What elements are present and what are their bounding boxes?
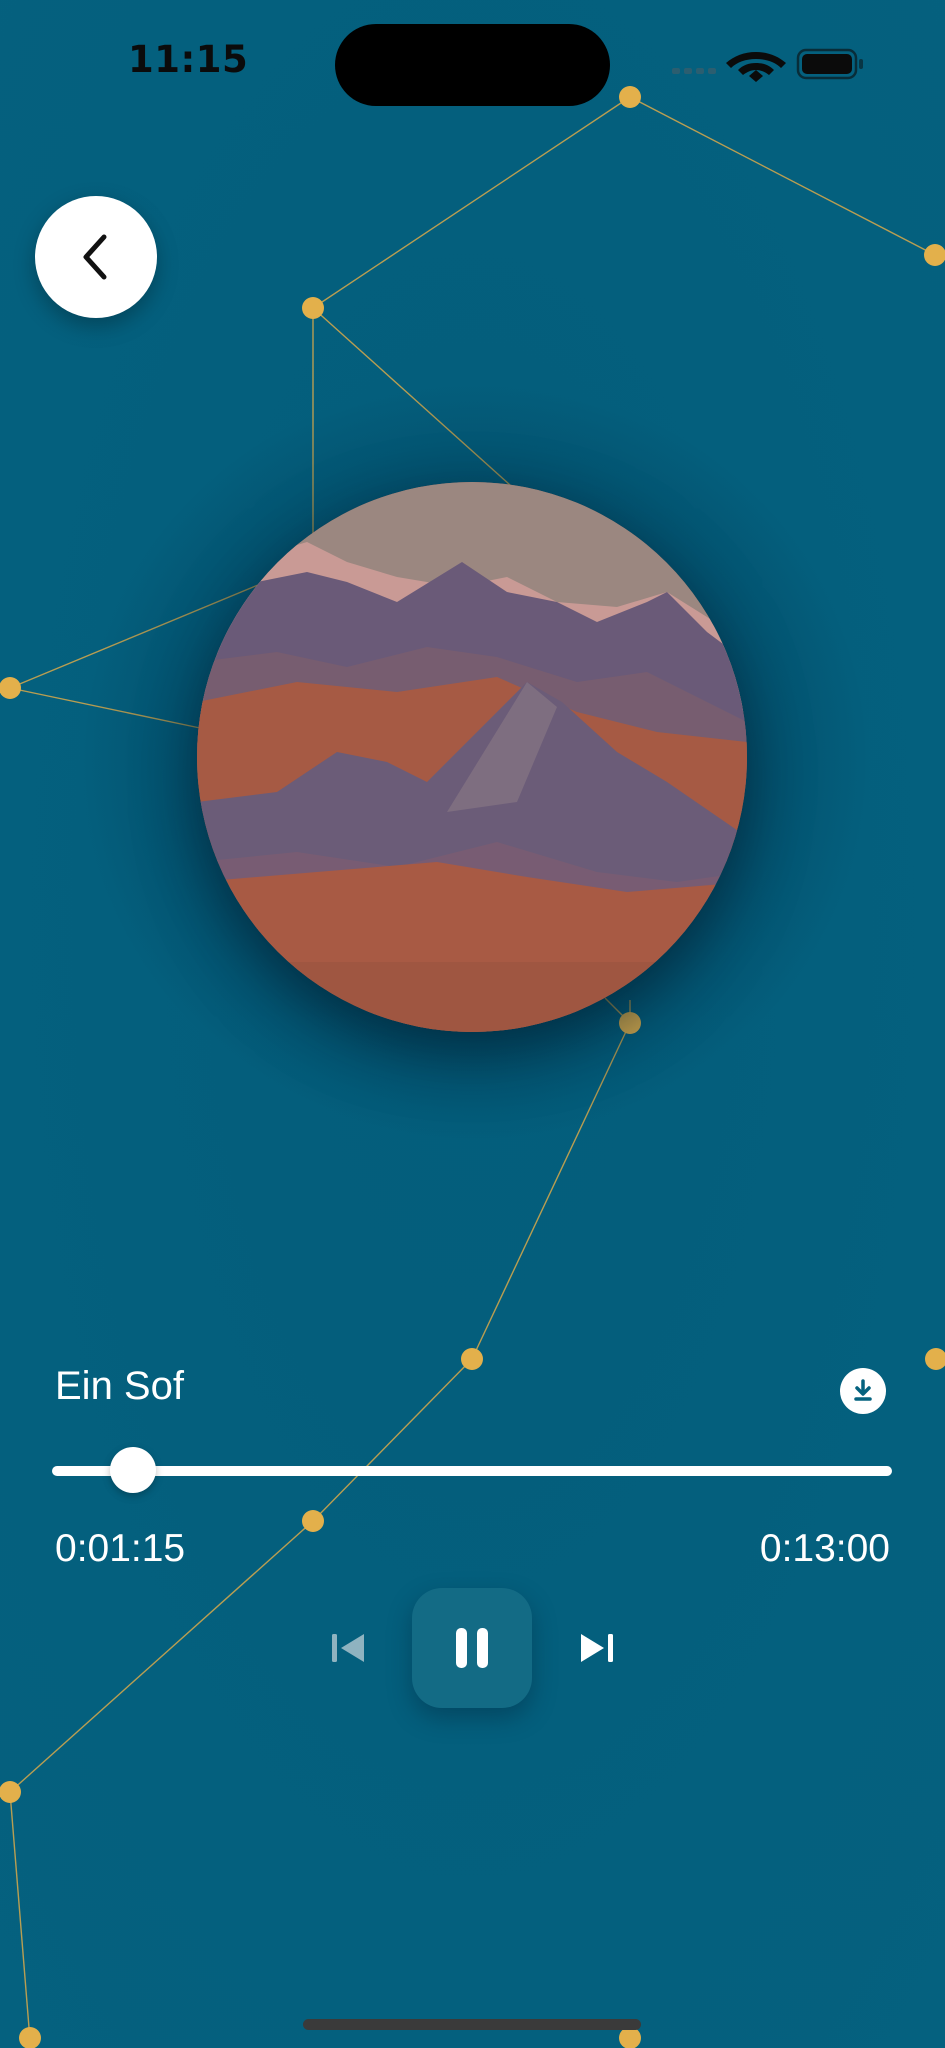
back-button[interactable] bbox=[35, 196, 157, 318]
total-time: 0:13:00 bbox=[759, 1527, 890, 1570]
previous-button[interactable] bbox=[322, 1612, 374, 1684]
playback-controls bbox=[0, 1588, 945, 1708]
chevron-left-icon bbox=[83, 234, 107, 280]
pause-icon bbox=[456, 1628, 488, 1668]
progress-thumb[interactable] bbox=[109, 1447, 156, 1493]
download-button[interactable] bbox=[840, 1368, 886, 1414]
cellular-signal-icon bbox=[672, 68, 716, 74]
status-bar: 11:15 bbox=[0, 0, 945, 120]
mountain-artwork bbox=[197, 482, 747, 1032]
home-indicator bbox=[303, 2019, 641, 2030]
dynamic-island bbox=[335, 24, 610, 106]
album-artwork bbox=[197, 482, 747, 1032]
status-time: 11:15 bbox=[128, 38, 249, 81]
track-title: Ein Sof bbox=[55, 1364, 184, 1408]
download-icon bbox=[854, 1379, 872, 1401]
status-icons bbox=[660, 44, 890, 84]
progress-slider[interactable] bbox=[52, 1447, 892, 1493]
battery-icon bbox=[796, 48, 863, 80]
skip-next-icon bbox=[581, 1634, 613, 1662]
elapsed-time: 0:01:15 bbox=[55, 1527, 186, 1570]
play-pause-button[interactable] bbox=[412, 1588, 532, 1708]
now-playing-screen: 11:15 Ein Sof 0:01:15 0:13:00 bbox=[0, 0, 945, 2048]
wifi-icon bbox=[726, 52, 786, 82]
skip-previous-icon bbox=[332, 1634, 364, 1662]
next-button[interactable] bbox=[571, 1612, 623, 1684]
